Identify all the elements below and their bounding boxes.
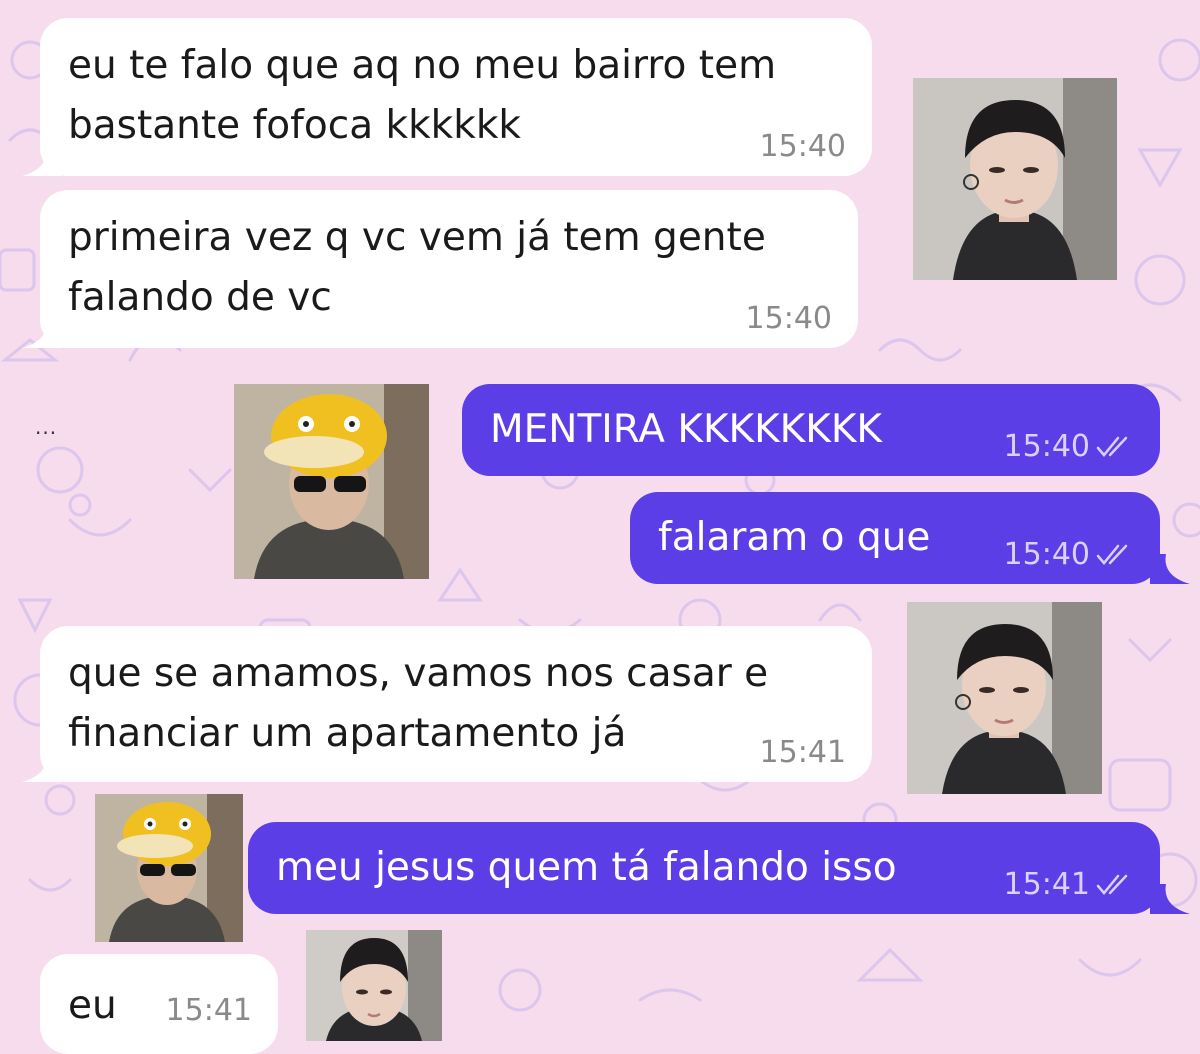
typing-indicator: ... [35, 415, 58, 439]
selfie-photo [907, 602, 1102, 794]
message-bubble-outgoing[interactable]: MENTIRA KKKKKKKK 15:40 [462, 384, 1160, 476]
message-meta: 15:40 [1004, 538, 1134, 572]
message-time: 15:40 [745, 301, 832, 336]
message-time: 15:41 [165, 993, 252, 1028]
message-meta: 15:41 [1004, 868, 1134, 902]
read-double-check-icon [1096, 544, 1128, 565]
duck-hat-photo [95, 794, 243, 942]
message-bubble-incoming[interactable]: eu 15:41 [40, 954, 278, 1054]
message-bubble-outgoing[interactable]: falaram o que 15:40 [630, 492, 1160, 584]
read-double-check-icon [1096, 436, 1128, 457]
duck-hat-photo [234, 384, 429, 579]
message-bubble-incoming[interactable]: eu te falo que aq no meu bairro tem bast… [40, 18, 872, 176]
message-text: eu te falo que aq no meu bairro tem bast… [68, 43, 777, 148]
selfie-photo [913, 78, 1117, 280]
message-bubble-outgoing[interactable]: meu jesus quem tá falando isso 15:41 [248, 822, 1160, 914]
message-time: 15:40 [1003, 429, 1090, 464]
message-time: 15:40 [1003, 537, 1090, 572]
message-bubble-incoming[interactable]: primeira vez q vc vem já tem gente falan… [40, 190, 858, 348]
message-bubble-incoming[interactable]: que se amamos, vamos nos casar e financi… [40, 626, 872, 782]
selfie-photo [306, 930, 442, 1041]
message-time: 15:40 [759, 129, 846, 164]
read-double-check-icon [1096, 874, 1128, 895]
message-text: primeira vez q vc vem já tem gente falan… [68, 215, 766, 320]
message-meta: 15:40 [760, 130, 846, 164]
message-meta: 15:40 [1004, 430, 1134, 464]
message-time: 15:41 [759, 735, 846, 770]
message-meta: 15:40 [746, 302, 832, 336]
message-time: 15:41 [1003, 867, 1090, 902]
message-meta: 15:41 [166, 994, 252, 1028]
message-meta: 15:41 [760, 736, 846, 770]
message-text: que se amamos, vamos nos casar e financi… [68, 651, 769, 756]
